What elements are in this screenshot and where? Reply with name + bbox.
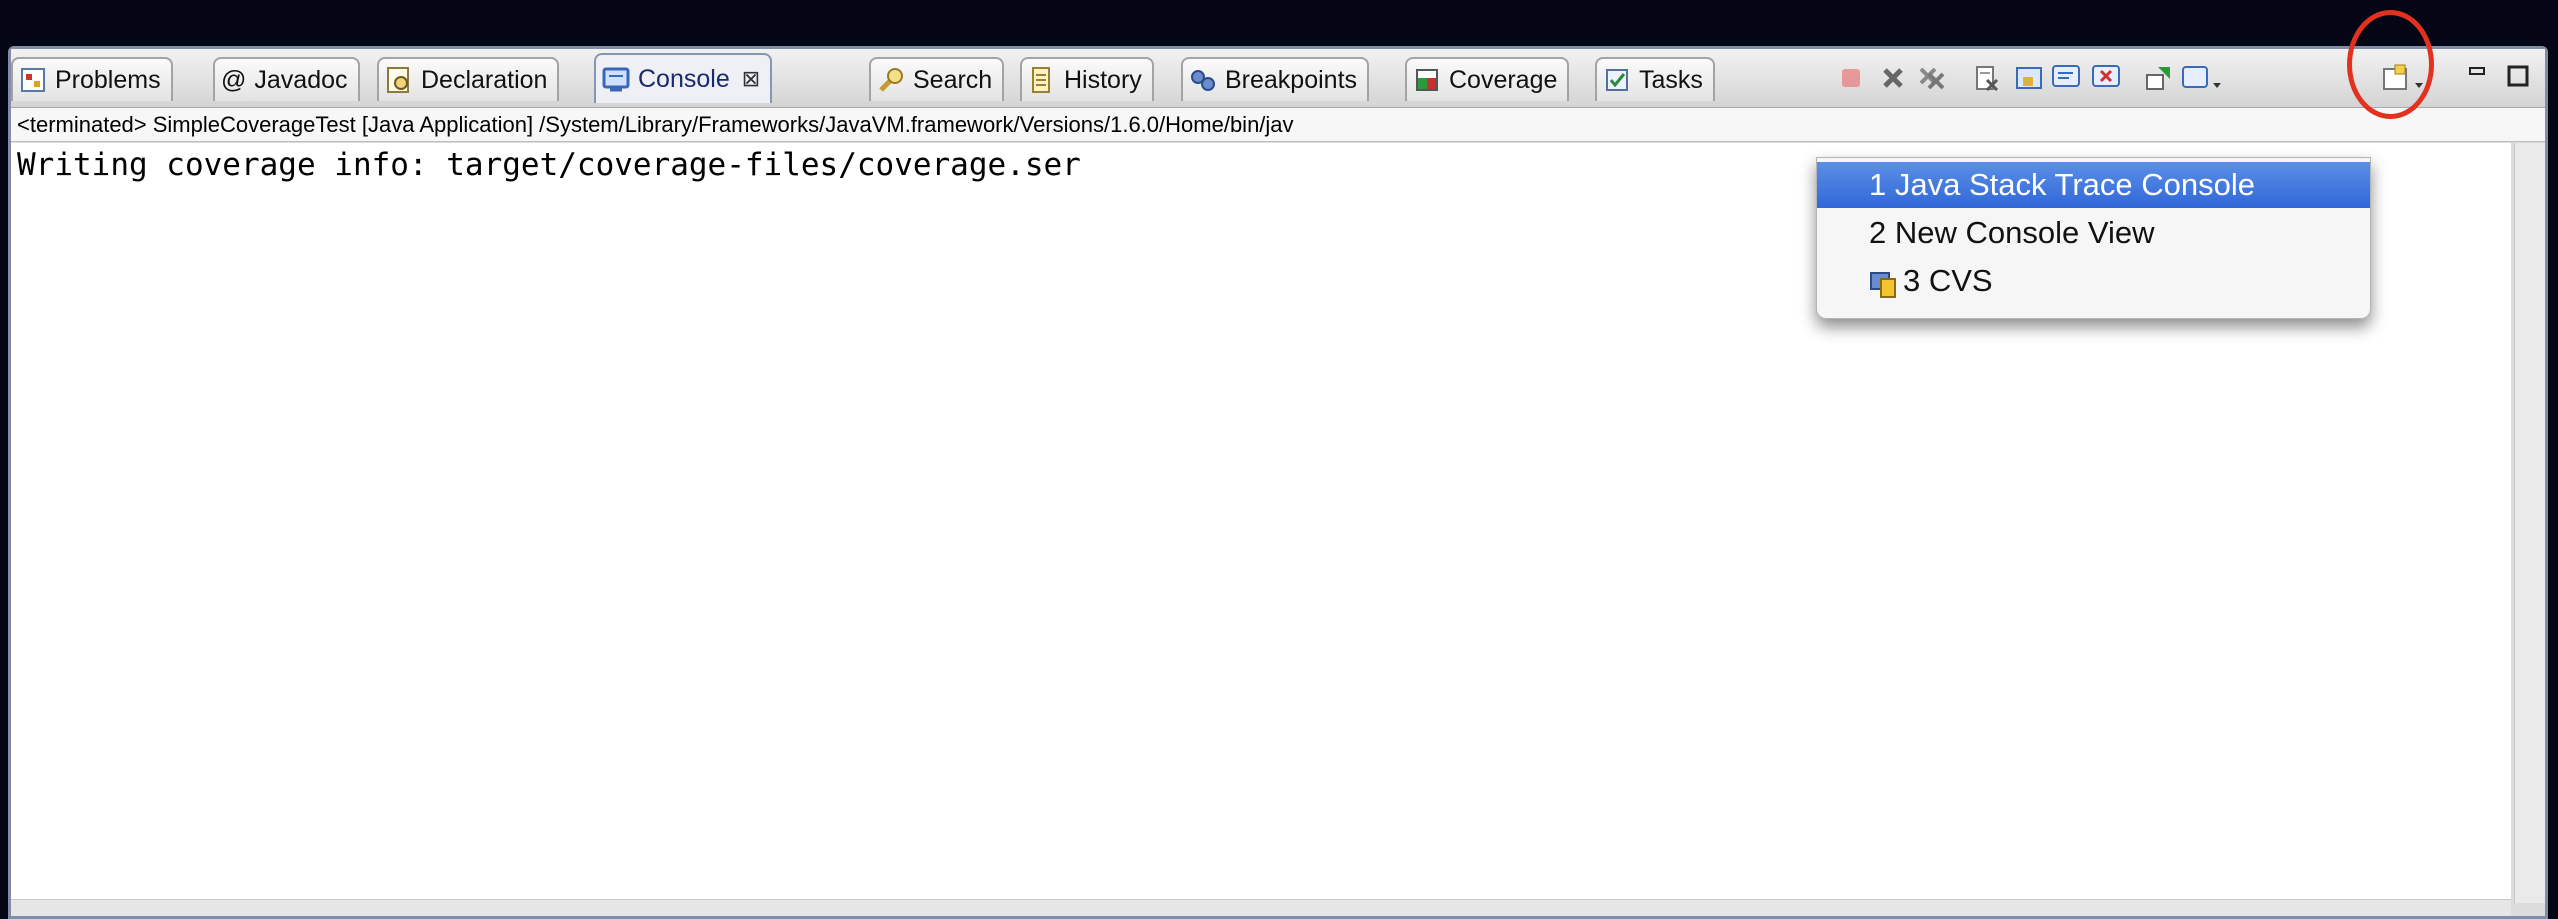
menu-item-java-stack-trace-console[interactable]: 1 Java Stack Trace Console — [1817, 162, 2370, 208]
pin-console-icon[interactable] — [2144, 63, 2174, 93]
show-on-stderr-icon[interactable] — [2091, 63, 2121, 93]
close-icon[interactable]: ⊠ — [742, 66, 760, 92]
console-view-window: Problems @ Javadoc Declaration Console ⊠… — [8, 46, 2548, 919]
breakpoints-icon — [1189, 66, 1217, 94]
tab-console[interactable]: Console ⊠ — [594, 53, 773, 103]
tab-declaration[interactable]: Declaration — [377, 57, 560, 101]
scroll-lock-icon[interactable] — [2014, 63, 2044, 93]
annotation-circle — [2347, 10, 2434, 119]
tab-label: Breakpoints — [1225, 65, 1358, 94]
tab-label: Tasks — [1639, 65, 1703, 94]
tab-javadoc[interactable]: @ Javadoc — [213, 57, 360, 101]
history-icon — [1028, 66, 1056, 94]
tab-label: Declaration — [421, 65, 548, 94]
remove-all-terminated-icon[interactable] — [1917, 63, 1947, 93]
menu-item-label: 3 CVS — [1903, 263, 1993, 298]
maximize-icon[interactable] — [2505, 63, 2535, 93]
tasks-icon — [1603, 66, 1631, 94]
at-sign-icon: @ — [221, 65, 247, 94]
minimize-icon[interactable] — [2465, 63, 2495, 93]
console-process-label: <terminated> SimpleCoverageTest [Java Ap… — [11, 108, 2545, 142]
tab-problems[interactable]: Problems — [11, 57, 173, 101]
declaration-icon — [385, 66, 413, 94]
remove-launch-icon[interactable] — [1879, 63, 1909, 93]
console-output-line: Writing coverage info: target/coverage-f… — [17, 147, 1081, 183]
menu-item-new-console-view[interactable]: 2 New Console View — [1817, 210, 2370, 256]
horizontal-scrollbar[interactable] — [11, 899, 2511, 916]
display-selected-console-icon[interactable] — [2181, 63, 2225, 93]
problems-icon — [19, 66, 47, 94]
terminate-icon[interactable] — [1837, 63, 1867, 93]
tab-label: Problems — [55, 65, 161, 94]
clear-console-icon[interactable] — [1972, 63, 2002, 93]
vertical-scrollbar[interactable] — [2514, 143, 2545, 903]
view-tab-bar: Problems @ Javadoc Declaration Console ⊠… — [11, 49, 2545, 108]
tab-coverage[interactable]: Coverage — [1405, 57, 1570, 101]
tab-history[interactable]: History — [1020, 57, 1154, 101]
tab-label: Coverage — [1449, 65, 1558, 94]
tab-label: History — [1064, 65, 1142, 94]
tab-label: Javadoc — [254, 65, 348, 94]
show-on-stdout-icon[interactable] — [2051, 63, 2081, 93]
tab-tasks[interactable]: Tasks — [1595, 57, 1715, 101]
console-icon — [602, 65, 630, 93]
tab-search[interactable]: Search — [869, 57, 1005, 101]
cvs-icon — [1869, 266, 1899, 298]
open-console-menu: 1 Java Stack Trace Console 2 New Console… — [1816, 157, 2371, 319]
search-icon — [877, 66, 905, 94]
coverage-icon — [1413, 66, 1441, 94]
tab-breakpoints[interactable]: Breakpoints — [1181, 57, 1370, 101]
tab-label: Console — [638, 64, 730, 93]
menu-item-cvs[interactable]: 3 CVS — [1817, 258, 2370, 304]
tab-label: Search — [913, 65, 993, 94]
